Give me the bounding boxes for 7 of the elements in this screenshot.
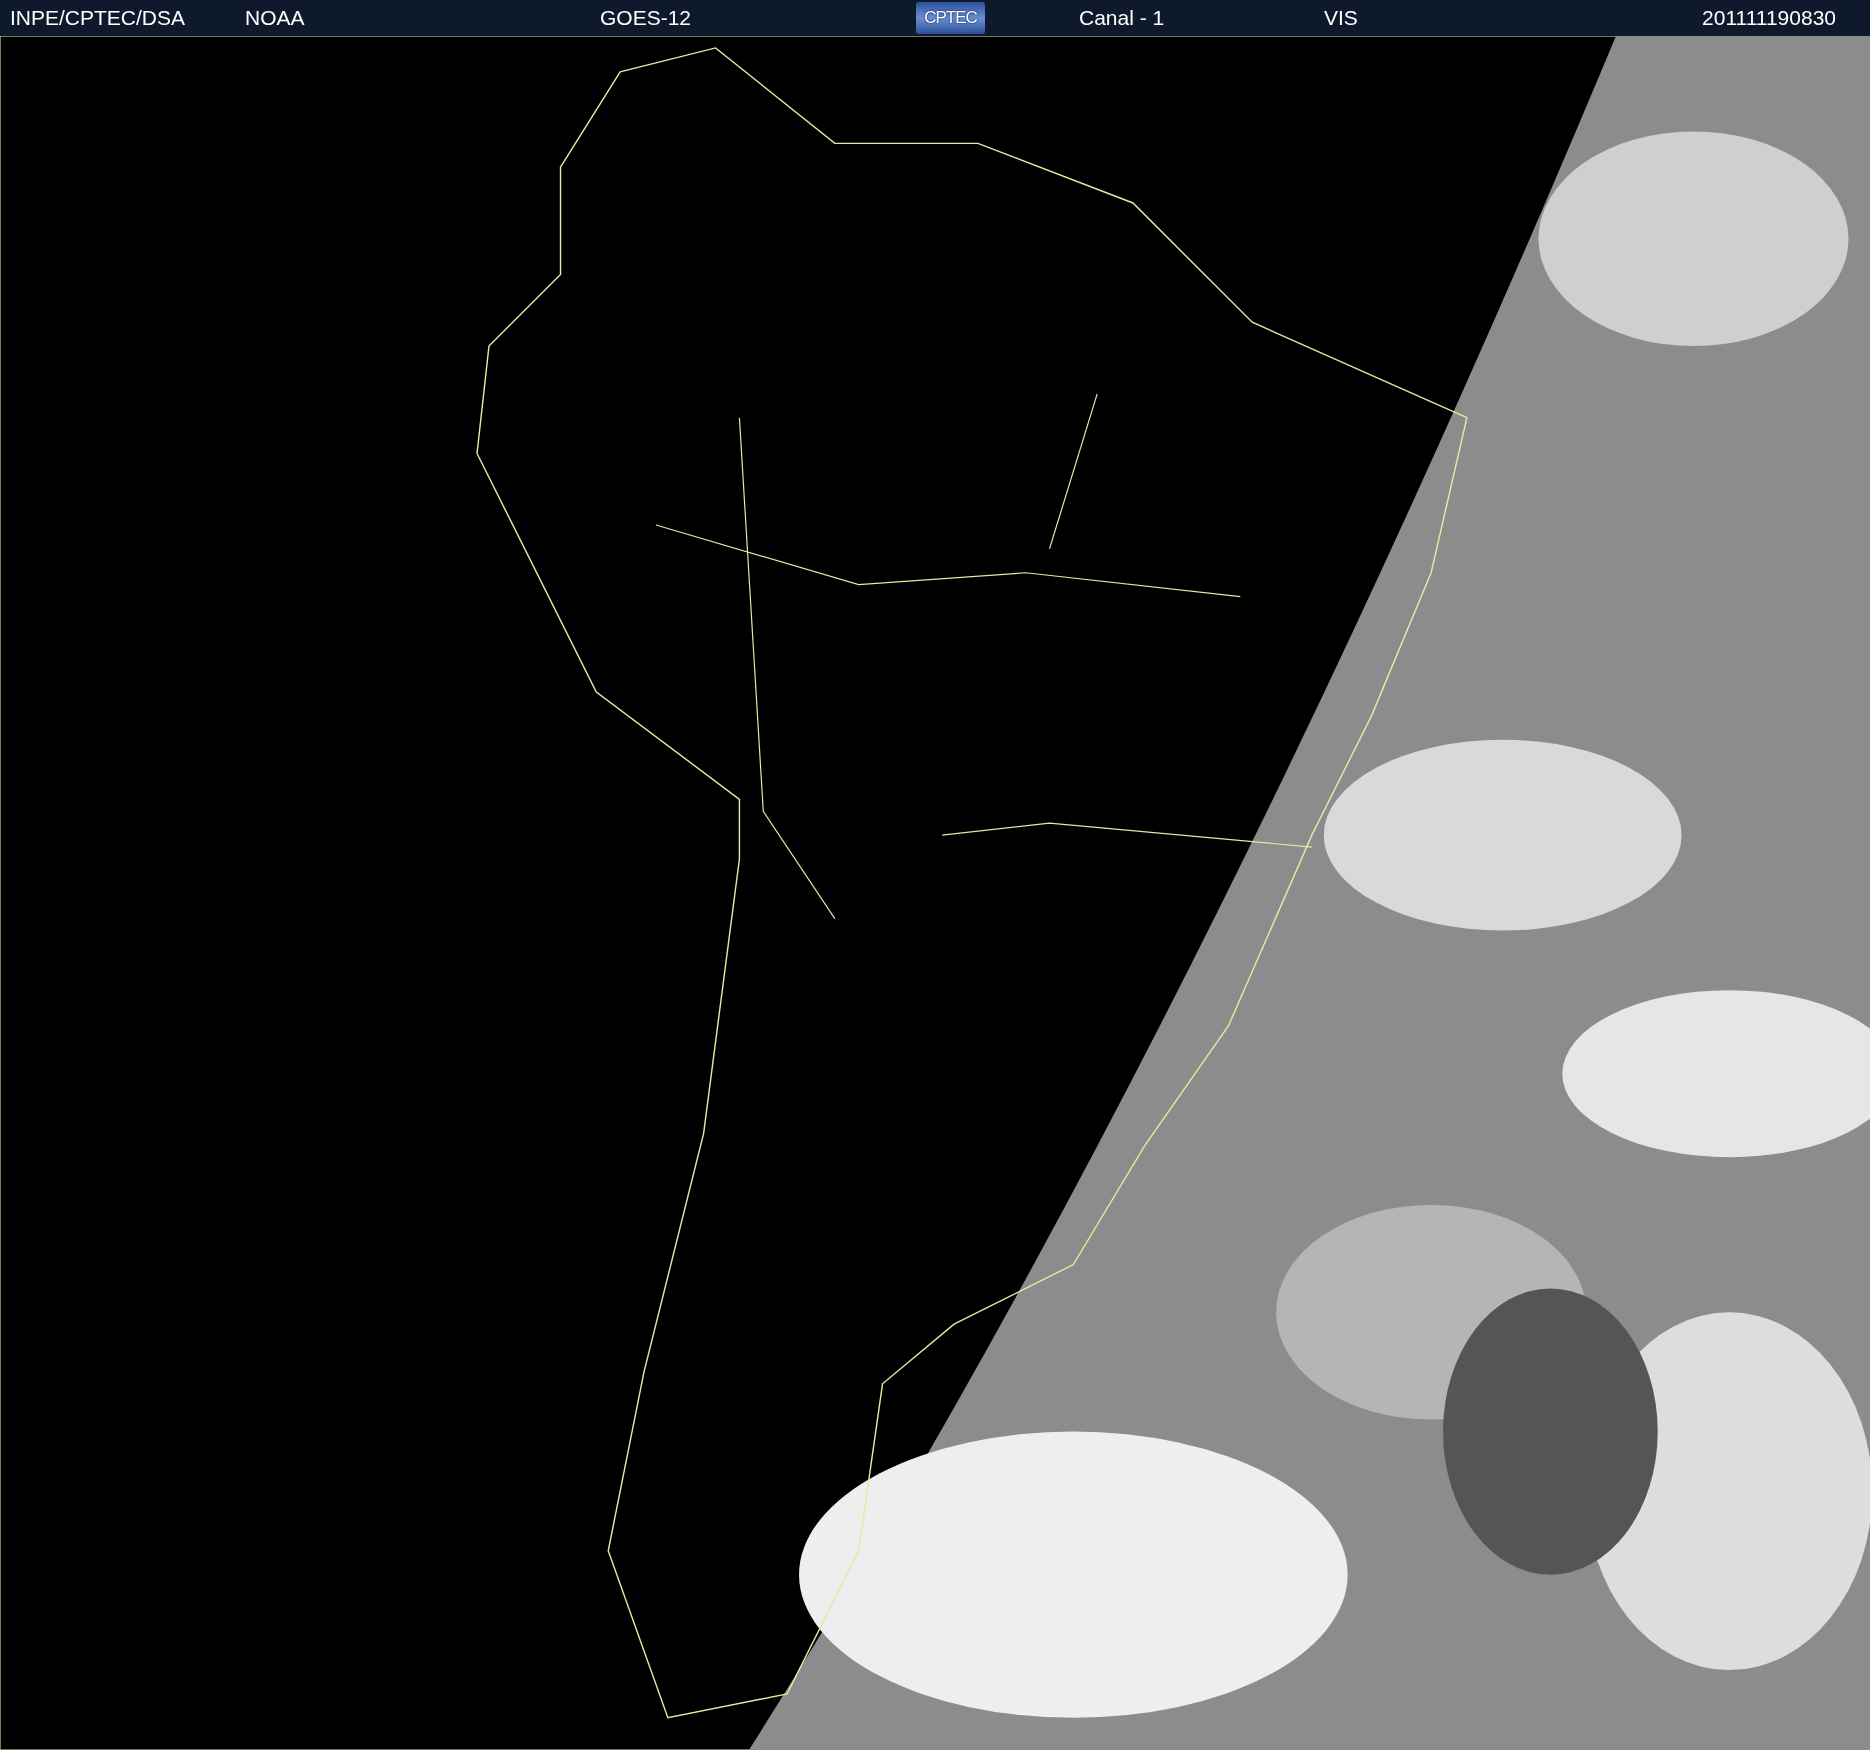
agency-label: NOAA — [245, 6, 306, 30]
logo: CPTEC — [916, 2, 985, 34]
satellite-label: GOES-12 — [600, 6, 693, 30]
channel-label: Canal - 1 — [1079, 6, 1166, 30]
band-label: VIS — [1324, 6, 1359, 30]
timestamp-label: 201111190830 — [1702, 6, 1836, 30]
source-label: INPE/CPTEC/DSA — [10, 6, 187, 30]
